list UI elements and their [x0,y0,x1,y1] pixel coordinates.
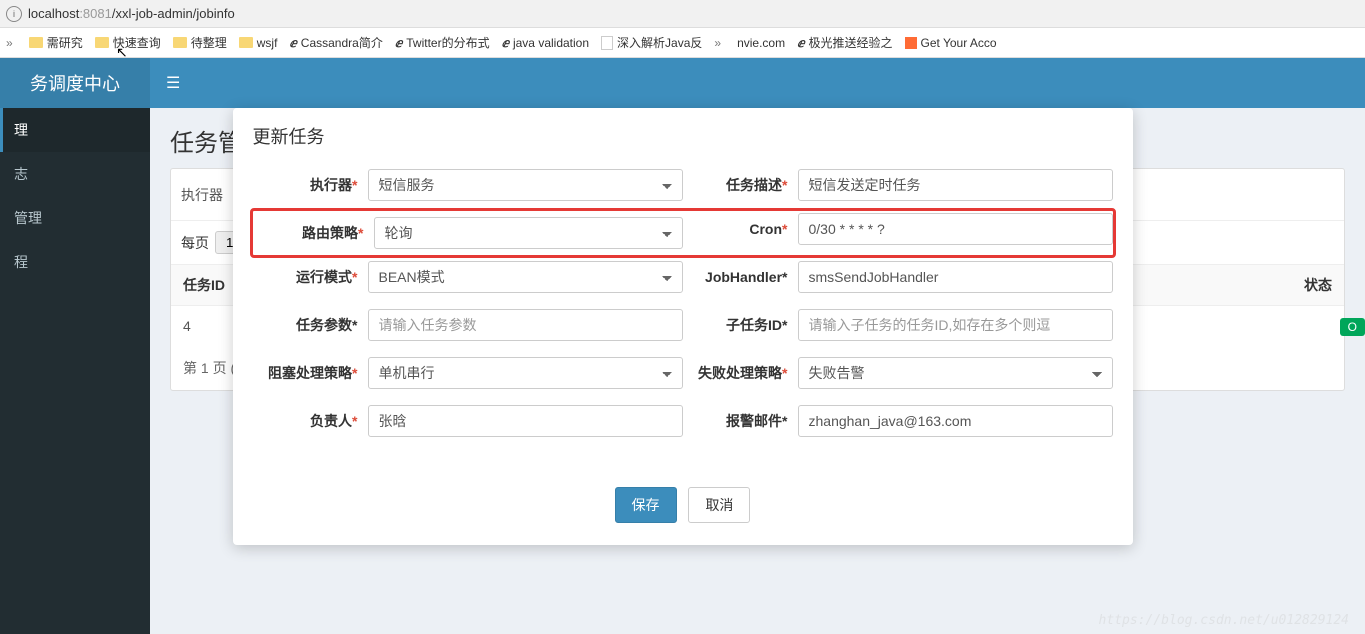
select-fail[interactable]: 失败告警 [798,357,1113,389]
label-cron: Cron* [683,221,788,237]
label-childid: 子任务ID* [683,315,788,335]
label-jobdesc: 任务描述* [683,175,788,195]
link-icon: ⅇ [797,36,804,50]
folder-icon [29,37,43,48]
update-job-modal: 更新任务 执行器* 短信服务 任务描述* 路由策略* 轮询 x [233,108,1133,545]
input-cron[interactable] [798,213,1113,245]
folder-icon [95,37,109,48]
folder-icon [239,37,253,48]
cancel-button[interactable]: 取消 [688,487,750,523]
select-route[interactable]: 轮询 [374,217,683,249]
bookmarks-bar: » 需研究 快速查询 待整理 wsjf ⅇCassandra简介 ⅇTwitte… [0,28,1365,58]
link-icon: ⅇ [502,36,509,50]
bookmark-overflow[interactable]: » [714,36,721,50]
input-handler[interactable] [798,261,1113,293]
bookmark-item[interactable]: 深入解析Java反 [601,34,702,51]
label-mode: 运行模式* [253,267,358,287]
link-icon [905,37,917,49]
url-text[interactable]: localhost:8081/xxl-job-admin/jobinfo [28,6,235,21]
input-params[interactable] [368,309,683,341]
label-email: 报警邮件* [683,411,788,431]
select-executor[interactable]: 短信服务 [368,169,683,201]
bookmark-item[interactable]: ⅇTwitter的分布式 [395,34,490,51]
bookmark-item[interactable]: ⅇCassandra简介 [289,34,382,51]
bookmark-item[interactable]: nvie.com [737,36,785,50]
bookmark-item[interactable]: 待整理 [173,34,227,51]
folder-icon [173,37,187,48]
input-jobdesc[interactable] [798,169,1113,201]
label-route: 路由策略* [259,223,364,243]
input-email[interactable] [798,405,1113,437]
label-block: 阻塞处理策略* [253,363,358,383]
bookmark-overflow-left[interactable]: » [6,36,13,50]
input-owner[interactable] [368,405,683,437]
label-owner: 负责人* [253,411,358,431]
modal-title: 更新任务 [253,123,1113,149]
mouse-cursor: ↖ [116,44,128,61]
save-button[interactable]: 保存 [615,487,677,523]
bookmark-item[interactable]: Get Your Acco [905,36,997,50]
select-block[interactable]: 单机串行 [368,357,683,389]
modal-overlay: 更新任务 执行器* 短信服务 任务描述* 路由策略* 轮询 x [0,58,1365,634]
label-fail: 失败处理策略* [683,363,788,383]
link-icon: ⅇ [289,36,296,50]
label-executor: 执行器* [253,175,358,195]
bookmark-item[interactable]: wsjf [239,36,278,50]
bookmark-item[interactable]: 需研究 [29,34,83,51]
bookmark-item[interactable]: ⅇ极光推送经验之 [797,34,892,51]
label-handler: JobHandler* [683,269,788,285]
label-params: 任务参数* [253,315,358,335]
input-childid[interactable] [798,309,1113,341]
info-icon[interactable]: i [6,6,22,22]
bookmark-item[interactable]: ⅇjava validation [502,36,589,50]
link-icon [601,36,613,50]
link-icon: ⅇ [395,36,402,50]
select-mode[interactable]: BEAN模式 [368,261,683,293]
browser-address-bar: i localhost:8081/xxl-job-admin/jobinfo [0,0,1365,28]
